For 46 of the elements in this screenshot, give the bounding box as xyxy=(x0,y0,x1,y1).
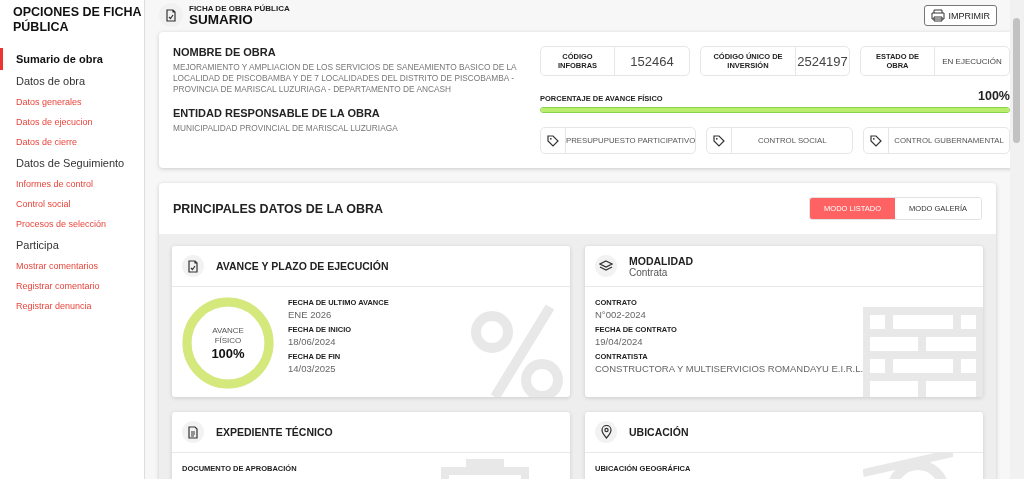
tag-icon xyxy=(547,134,559,147)
scrollbar[interactable] xyxy=(1010,0,1024,479)
card-title: EXPEDIENTE TÉCNICO xyxy=(216,426,333,438)
printer-icon xyxy=(930,9,945,22)
section-label: NOMBRE DE OBRA xyxy=(173,46,277,58)
location-pin-icon xyxy=(600,425,612,439)
panel-title: PRINCIPALES DATOS DE LA OBRA xyxy=(173,201,383,216)
sidebar-section[interactable]: Participa xyxy=(0,234,144,256)
tag-icon xyxy=(870,134,883,147)
field-value: 19/04/2024 xyxy=(595,336,644,347)
ring-label: AVANCE FÍSICO xyxy=(211,325,245,346)
card-title: MODALIDAD xyxy=(629,254,694,267)
tag-icon xyxy=(713,134,726,147)
sidebar-link[interactable]: Datos de ejecucion xyxy=(0,112,144,132)
field-value: 14/03/2025 xyxy=(288,363,337,374)
document-check-icon xyxy=(165,8,177,22)
print-button[interactable]: IMPRIMIR xyxy=(923,5,997,26)
document-icon xyxy=(187,425,199,439)
sidebar-link[interactable]: Procesos de selección xyxy=(0,214,144,234)
progress-percentage: 100% xyxy=(978,89,1010,103)
sidebar-link[interactable]: Registrar denuncia xyxy=(0,296,144,316)
field-value: N°002-2024 xyxy=(595,309,647,320)
sidebar-link[interactable]: Control social xyxy=(0,194,144,214)
sidebar-link[interactable]: Mostrar comentarios xyxy=(0,256,144,276)
sidebar-title: OPCIONES DE FICHA PÚBLICA xyxy=(13,5,143,35)
entity-name: MUNICIPALIDAD PROVINCIAL DE MARISCAL LUZURIAGA xyxy=(173,123,399,134)
sidebar-section[interactable]: Datos de Seguimiento xyxy=(0,152,144,174)
field-value: 18/06/2024 xyxy=(288,336,337,347)
sidebar-link[interactable]: Registrar comentario xyxy=(0,276,144,296)
sidebar-link[interactable]: Informes de control xyxy=(0,174,144,194)
field-value: ENE 2026 xyxy=(288,309,333,320)
sidebar-section[interactable]: Sumario de obra xyxy=(0,48,144,70)
field-value: CONSTRUCTORA Y MULTISERVICIOS ROMANDAYU E.I.R.L. xyxy=(595,363,864,374)
sidebar-link[interactable]: Datos de cierre xyxy=(0,132,144,152)
document-check-icon xyxy=(187,259,199,273)
section-label: ENTIDAD RESPONSABLE DE LA OBRA xyxy=(173,107,381,119)
sidebar-link[interactable]: Datos generales xyxy=(0,92,144,112)
layers-icon xyxy=(599,259,613,273)
project-name: MEJORAMIENTO Y AMPLIACION DE LOS SERVICIOS DE SANEAMIENTO BASICO DE LA LOCALIDAD DE PISCOBAMBA Y DE 7 LOCALIDADES DEL DISTRITO DE PISCOBAMBA - PROVINCIA DE MARISCAL LUZURIAGA - DEPARTAMENTO DE ANCASH xyxy=(173,62,518,95)
sidebar-section[interactable]: Datos de obra xyxy=(0,70,144,92)
ring-percentage: 100% xyxy=(211,345,245,361)
card-subtitle: Contrata xyxy=(629,266,669,278)
page-title: SUMARIO xyxy=(189,12,254,27)
card-title: AVANCE Y PLAZO DE EJECUCIÓN xyxy=(216,260,389,272)
card-title: UBICACIÓN xyxy=(629,426,689,438)
page-overline: FICHA DE OBRA PÚBLICA xyxy=(189,3,290,13)
